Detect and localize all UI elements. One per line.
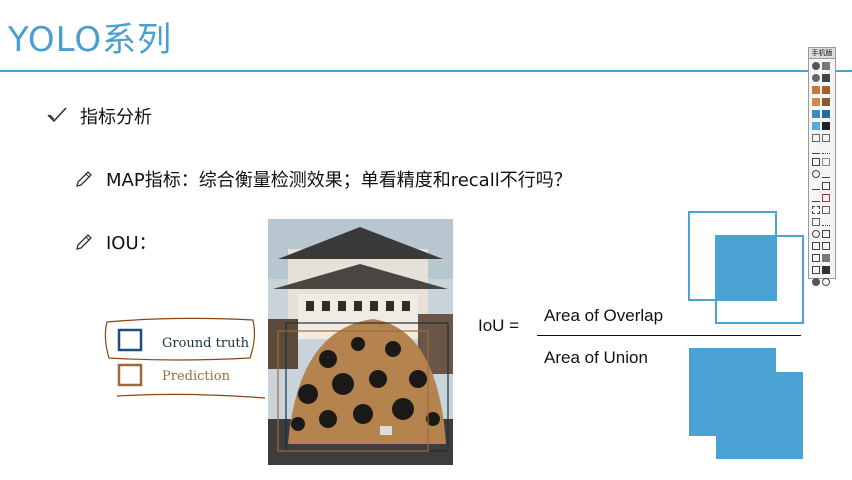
formula-denominator: Area of Union xyxy=(544,348,648,367)
bullet-map: MAP指标：综合衡量检测效果；单看精度和recall不行吗？ xyxy=(74,166,572,192)
dot-icon[interactable] xyxy=(822,62,830,70)
page-icon[interactable] xyxy=(812,254,820,262)
bullet-text: MAP指标：综合衡量检测效果；单看精度和recall不行吗？ xyxy=(106,170,572,191)
bullet-iou: IOU： xyxy=(74,229,157,255)
title-rule xyxy=(0,70,852,72)
formula-numerator: Area of Overlap xyxy=(544,306,664,325)
line-icon[interactable] xyxy=(812,146,820,154)
color-swatch-icon[interactable] xyxy=(812,98,820,106)
toolbar-header[interactable]: 手机版 xyxy=(809,48,835,59)
circle-icon[interactable] xyxy=(812,74,820,82)
undo-icon[interactable] xyxy=(812,230,820,238)
bullet-metric-analysis: 指标分析 xyxy=(80,103,152,129)
eraser-icon[interactable] xyxy=(822,206,830,214)
legend-ground-truth: Ground truth xyxy=(162,336,249,351)
example-photo xyxy=(268,219,453,465)
checkmark-icon xyxy=(47,107,67,123)
shape-icon[interactable] xyxy=(822,158,830,166)
select-icon[interactable] xyxy=(812,206,820,214)
color-swatch-icon[interactable] xyxy=(822,98,830,106)
page-title: YOLO系列 xyxy=(8,20,173,60)
highlight-icon[interactable] xyxy=(812,218,820,226)
cursor-icon[interactable] xyxy=(812,62,820,70)
cross-icon[interactable] xyxy=(822,194,830,202)
check-icon[interactable] xyxy=(812,194,820,202)
pencil-icon xyxy=(76,171,92,187)
color-swatch-icon[interactable] xyxy=(822,122,830,130)
settings-icon[interactable] xyxy=(812,278,820,286)
text-icon[interactable] xyxy=(822,182,830,190)
union-diagram xyxy=(689,348,803,459)
color-swatch-icon[interactable] xyxy=(822,110,830,118)
iou-label: IoU = xyxy=(478,316,520,335)
legend-annotation xyxy=(104,317,266,399)
legend-label: Prediction xyxy=(162,369,230,384)
color-swatch-icon[interactable] xyxy=(812,122,820,130)
color-swatch-icon[interactable] xyxy=(822,86,830,94)
fraction-bar xyxy=(537,335,801,336)
legend-prediction: Prediction xyxy=(162,369,230,384)
pencil-icon xyxy=(76,234,92,250)
annotation-toolbar[interactable]: 手机版 xyxy=(808,47,836,286)
paste-icon[interactable] xyxy=(822,242,830,250)
image-icon[interactable] xyxy=(822,254,830,262)
octagon-icon[interactable] xyxy=(822,74,830,82)
wave-icon[interactable] xyxy=(822,146,830,154)
pen-icon[interactable] xyxy=(812,134,820,142)
copy-icon[interactable] xyxy=(812,242,820,250)
rectangle-icon[interactable] xyxy=(812,158,820,166)
bullet-text: 指标分析 xyxy=(80,107,152,128)
redo-icon[interactable] xyxy=(822,230,830,238)
dots-icon[interactable] xyxy=(822,218,830,226)
double-arrow-icon[interactable] xyxy=(812,182,820,190)
arrow-icon[interactable] xyxy=(822,170,830,178)
marker-icon[interactable] xyxy=(822,134,830,142)
ellipse-icon[interactable] xyxy=(812,170,820,178)
bullet-text: IOU： xyxy=(106,233,157,254)
capture-icon[interactable] xyxy=(812,266,820,274)
color-swatch-icon[interactable] xyxy=(812,110,820,118)
save-icon[interactable] xyxy=(822,266,830,274)
overlap-diagram xyxy=(688,211,804,324)
legend-label: Ground truth xyxy=(162,336,250,351)
close-icon[interactable] xyxy=(822,278,830,286)
color-swatch-icon[interactable] xyxy=(812,86,820,94)
